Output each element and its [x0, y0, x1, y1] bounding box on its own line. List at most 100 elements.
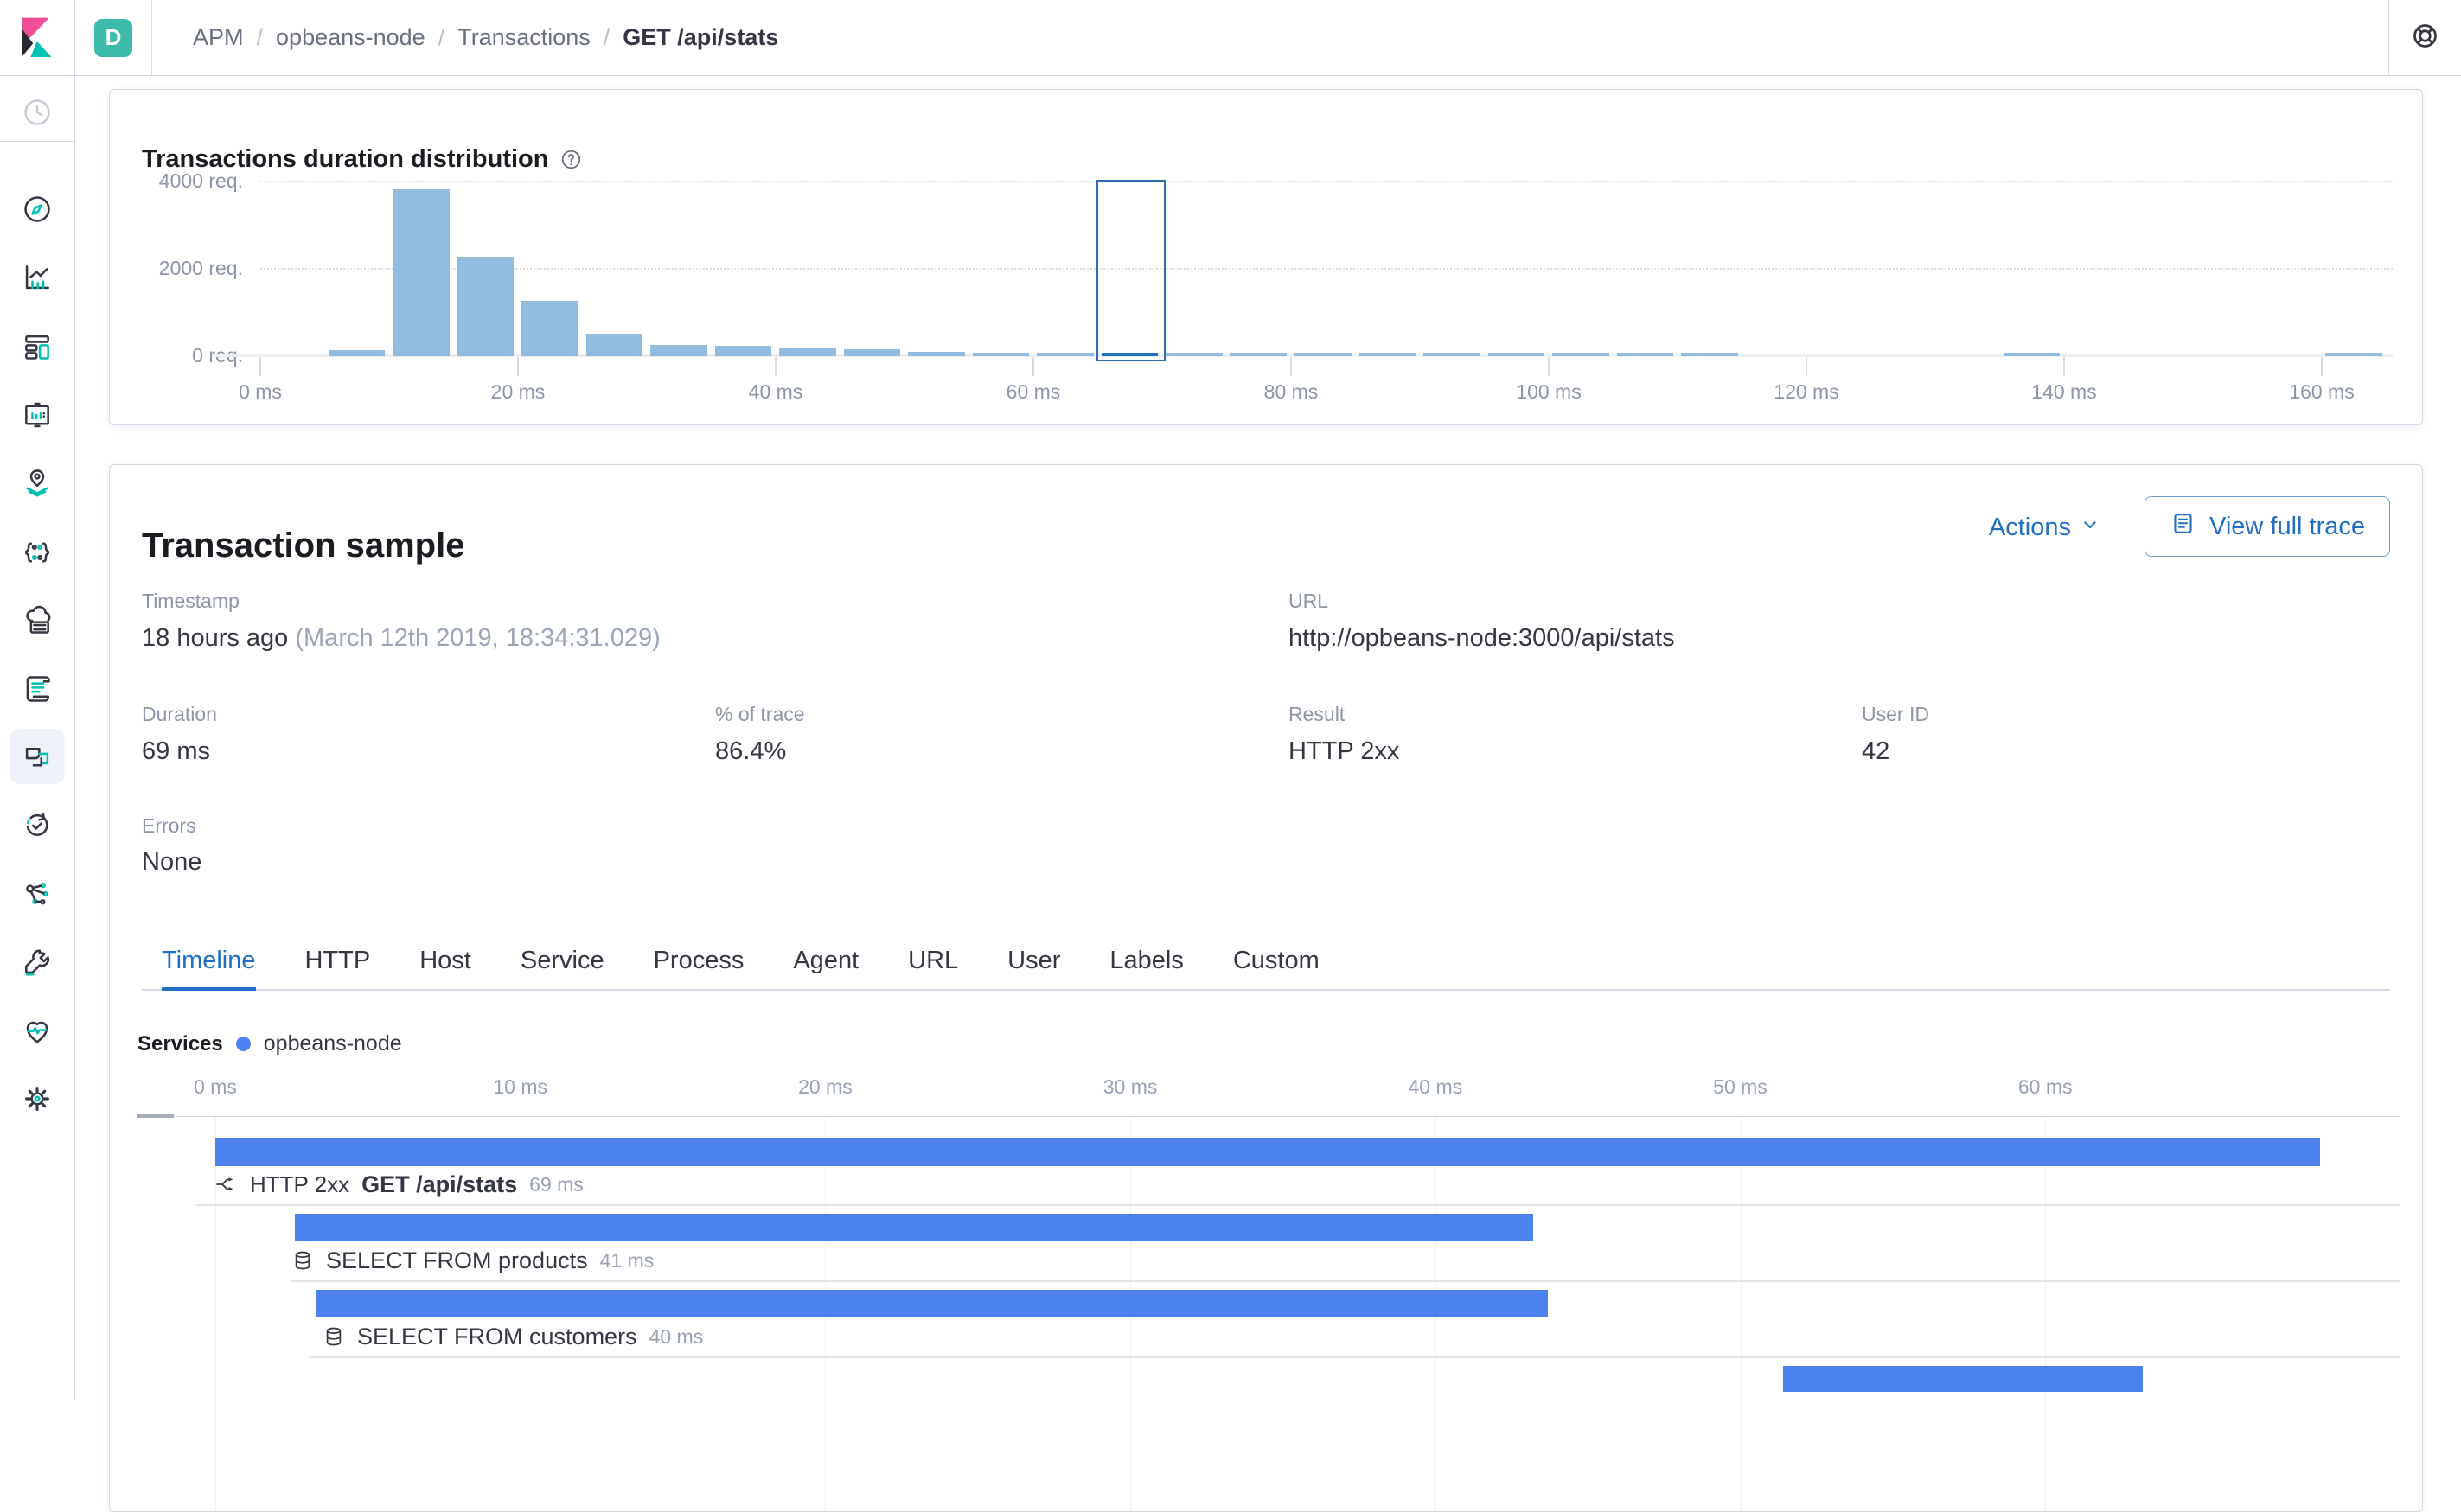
sidebar-item-maps[interactable] [10, 456, 65, 511]
histogram-bar[interactable] [650, 345, 707, 356]
sidebar-item-graph[interactable] [10, 866, 65, 922]
help-icon [2411, 22, 2439, 54]
tab-agent[interactable]: Agent [793, 934, 859, 991]
sidebar-item-visualize[interactable] [10, 250, 65, 305]
histogram-bar[interactable] [1230, 353, 1288, 356]
x-axis-tick [1548, 357, 1550, 376]
histogram-bar[interactable] [1037, 353, 1094, 356]
span-bar[interactable] [295, 1214, 1533, 1241]
sidebar-item-monitoring[interactable] [10, 1003, 65, 1058]
histogram-bar[interactable] [1488, 353, 1545, 356]
waterfall-item-label[interactable]: HTTP 2xxGET /api/stats69 ms [214, 1171, 584, 1198]
tab-custom[interactable]: Custom [1233, 934, 1320, 991]
field-value-of-trace: 86.4% [715, 737, 786, 766]
selected-bucket-outline[interactable] [1096, 180, 1167, 361]
histogram-bar[interactable] [908, 352, 965, 356]
database-icon [323, 1325, 345, 1348]
tab-labels[interactable]: Labels [1109, 934, 1183, 991]
timeline-tick-label: 40 ms [1366, 1075, 1505, 1099]
sidebar-item-logs[interactable] [10, 661, 65, 717]
span-duration: 69 ms [529, 1173, 584, 1196]
duration-distribution-card: Transactions duration distribution 0 req… [109, 89, 2423, 425]
tab-user[interactable]: User [1007, 934, 1060, 991]
sidebar-item-machine-learning[interactable] [10, 525, 65, 580]
histogram-bar[interactable] [1617, 353, 1674, 356]
transaction-bar[interactable] [215, 1138, 2320, 1166]
sidebar-item-apm[interactable] [10, 729, 65, 784]
actions-label: Actions [1989, 514, 2071, 542]
kibana-logo-icon [18, 16, 56, 60]
timeline-tick-label: 60 ms [1976, 1075, 2114, 1099]
tab-service[interactable]: Service [521, 934, 604, 991]
sidebar-item-management[interactable] [10, 1071, 65, 1126]
kibana-logo[interactable] [0, 0, 74, 75]
x-axis-tick [259, 357, 261, 376]
field-label-duration: Duration [142, 703, 217, 726]
sidebar-item-dev-tools[interactable] [10, 935, 65, 990]
breadcrumb-opbeans-node[interactable]: opbeans-node [276, 24, 425, 51]
result-badge: HTTP 2xx [250, 1171, 349, 1198]
x-axis-label: 100 ms [1488, 380, 1609, 404]
breadcrumb-transactions[interactable]: Transactions [457, 24, 591, 51]
graph-icon [21, 877, 54, 910]
breadcrumb-apm[interactable]: APM [193, 24, 244, 51]
field-label-timestamp: Timestamp [142, 590, 240, 613]
field-label-result: Result [1288, 703, 1345, 726]
x-axis-label: 20 ms [457, 380, 578, 404]
histogram-bar[interactable] [2325, 353, 2382, 356]
field-value-user-id: 42 [1862, 737, 1889, 766]
view-full-trace-button[interactable]: View full trace [2145, 496, 2390, 557]
field-label-errors: Errors [142, 814, 196, 838]
x-axis-tick [1032, 357, 1034, 376]
histogram-bar[interactable] [1423, 353, 1480, 356]
field-value-errors: None [142, 848, 201, 877]
histogram-bar[interactable] [1552, 353, 1609, 356]
field-value-timestamp: 18 hours ago (March 12th 2019, 18:34:31.… [142, 624, 661, 653]
histogram-bar[interactable] [329, 350, 386, 356]
histogram-bar[interactable] [2004, 353, 2061, 356]
histogram-bar[interactable] [457, 257, 515, 356]
service-legend-name: opbeans-node [264, 1031, 402, 1056]
actions-menu-button[interactable]: Actions [1989, 514, 2100, 542]
monitoring-icon [21, 1014, 54, 1047]
span-bar[interactable] [316, 1290, 1548, 1317]
histogram-bar[interactable] [1294, 353, 1352, 356]
sidebar-item-dashboard[interactable] [10, 319, 65, 374]
breadcrumb-separator: / [604, 24, 610, 51]
histogram-bar[interactable] [779, 348, 836, 356]
tab-host[interactable]: Host [419, 934, 471, 991]
sidebar-item-canvas[interactable] [10, 387, 65, 443]
kibana-apm-app: { "header": { "space_initial": "D", "sep… [0, 0, 2461, 1399]
tab-timeline[interactable]: Timeline [162, 934, 256, 991]
sidebar-item-recent[interactable] [10, 85, 65, 140]
breadcrumb-separator: / [438, 24, 445, 51]
histogram-bar[interactable] [1681, 353, 1738, 356]
waterfall-row-divider [196, 1204, 2400, 1206]
sidebar-item-uptime[interactable] [10, 797, 65, 852]
span-name: SELECT FROM customers [357, 1324, 637, 1350]
span-bar[interactable] [1783, 1366, 2143, 1392]
waterfall-item-label[interactable]: SELECT FROM products41 ms [291, 1247, 654, 1274]
histogram-bar[interactable] [521, 301, 578, 356]
tab-process[interactable]: Process [654, 934, 745, 991]
histogram-bar[interactable] [586, 334, 643, 356]
timeline-tick-label: 10 ms [451, 1075, 590, 1099]
tab-http[interactable]: HTTP [305, 934, 371, 991]
waterfall-item-label[interactable]: SELECT FROM customers 40 ms [323, 1323, 703, 1350]
field-label-of-trace: % of trace [715, 703, 805, 726]
help-button[interactable] [2389, 0, 2461, 75]
sidebar-item-infrastructure[interactable] [10, 593, 65, 648]
sidebar-item-discover[interactable] [10, 182, 65, 237]
histogram-bar[interactable] [393, 189, 450, 356]
tab-url[interactable]: URL [908, 934, 958, 991]
histogram-bar[interactable] [973, 353, 1030, 356]
histogram-bar[interactable] [715, 346, 772, 356]
space-avatar[interactable]: D [75, 0, 151, 75]
histogram-bar[interactable] [844, 349, 901, 356]
histogram-bar[interactable] [1166, 353, 1223, 356]
histogram-bar[interactable] [1359, 353, 1416, 356]
header-right [2388, 0, 2461, 75]
span-duration: 40 ms [649, 1325, 704, 1349]
x-axis-tick [2063, 357, 2065, 376]
services-label: Services [137, 1032, 223, 1056]
